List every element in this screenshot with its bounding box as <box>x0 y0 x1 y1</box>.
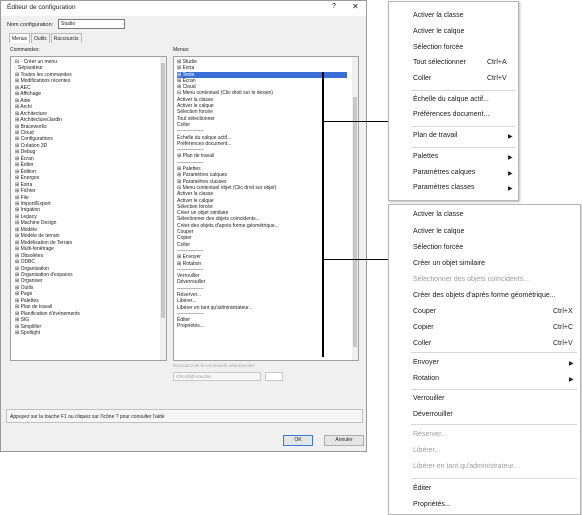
menus-scroll-thumb[interactable] <box>353 97 357 347</box>
popup2-item-creer-un-objet-similaire[interactable]: Créer un objet similaire <box>413 260 485 267</box>
callout-line-object-menu <box>322 259 388 260</box>
submenu-arrow-icon: ▶ <box>569 361 574 367</box>
menus-title: Menus: <box>173 47 190 53</box>
commands-scrollbar[interactable] <box>160 57 166 360</box>
submenu-arrow-icon: ▶ <box>569 377 574 383</box>
popup2-item-activer-la-classe[interactable]: Activer la classe <box>413 211 464 218</box>
menu-tree-item[interactable]: Propriétés... <box>177 323 358 329</box>
menu-separator <box>411 352 577 353</box>
drawing-context-menu: Activer la classe Activer le calque Sélect… <box>388 1 519 201</box>
window-title: Éditeur de configuration <box>7 4 76 11</box>
popup2-item-copier[interactable]: Copier <box>413 324 434 331</box>
menu-separator <box>411 90 515 91</box>
popup1-item-parametres-classes[interactable]: Paramètres classes <box>413 184 474 191</box>
popup2-item-couper[interactable]: Couper <box>413 308 436 315</box>
popup2-item-liberer-en-tant-qu-administrateur: Libérer en tant qu'administrateur... <box>413 463 520 470</box>
popup2-item-creer-des-objets-d-apres-forme-geometrique[interactable]: Créer des objets d'après forme géométriq… <box>413 292 556 299</box>
popup2-item-proprietes[interactable]: Propriétés... <box>413 501 451 508</box>
popup2-item-envoyer[interactable]: Envoyer <box>413 359 439 366</box>
config-name-label: Nom configuration: <box>7 22 54 28</box>
submenu-arrow-icon: ▶ <box>508 134 513 140</box>
popup2-item-reserver: Réserver... <box>413 431 447 438</box>
shortcut-label: Raccourci de la commande sélectionnée: <box>173 363 256 368</box>
menus-scrollbar[interactable] <box>352 57 358 360</box>
callout-vertical-line <box>322 72 324 357</box>
submenu-arrow-icon: ▶ <box>508 186 513 192</box>
popup2-item-selection-forcee[interactable]: Sélection forcée <box>413 244 463 251</box>
shortcut-text: Ctrl+V <box>553 340 573 347</box>
status-help-text: Appuyez sur la touche F1 ou cliquez sur … <box>6 409 363 423</box>
popup2-item-liberer: Libérer... <box>413 447 441 454</box>
shortcut-key-field[interactable] <box>265 372 283 381</box>
popup1-item-palettes[interactable]: Palettes <box>413 153 438 160</box>
menu-separator <box>411 147 515 148</box>
commands-scroll-thumb[interactable] <box>161 63 165 318</box>
popup1-item-plan-de-travail[interactable]: Plan de travail <box>413 132 457 139</box>
menu-separator <box>411 478 577 479</box>
tab-bar: Menus Outils Raccourcis <box>9 33 83 43</box>
help-icon[interactable]: ? <box>332 3 336 10</box>
popup1-item-tout-selectionner[interactable]: Tout sélectionner <box>413 59 466 66</box>
submenu-arrow-icon: ▶ <box>508 171 513 177</box>
menus-tree[interactable]: ⊞ Studio ⊞ Extra ⊞ Texte ⊞ Écran ⊞ Cloud ⊟ Me… <box>173 56 359 361</box>
cancel-button[interactable]: Annuler <box>324 435 364 446</box>
commands-tree[interactable]: ⊟ · Créer un menu · Séparateur ⊞ Toutes le… <box>10 56 167 361</box>
shortcut-text: Ctrl+V <box>487 75 507 82</box>
popup1-item-activer-le-calque[interactable]: Activer le calque <box>413 28 464 35</box>
popup1-item-echelle-du-calque-actif[interactable]: Échelle du calque actif... <box>413 96 489 103</box>
object-context-menu: Activer la classe Activer le calque Sélect… <box>388 204 581 515</box>
menu-separator <box>411 389 577 390</box>
config-name-input[interactable]: Studio <box>58 19 125 29</box>
popup1-item-parametres-calques[interactable]: Paramètres calques <box>413 169 475 176</box>
close-icon[interactable]: ✕ <box>352 2 359 11</box>
popup1-item-selection-forcee[interactable]: Sélection forcée <box>413 44 463 51</box>
popup2-item-coller[interactable]: Coller <box>413 340 431 347</box>
popup2-item-rotation[interactable]: Rotation <box>413 375 439 382</box>
menu-separator <box>411 424 577 425</box>
callout-line-drawing-menu <box>322 121 388 122</box>
popup2-item-editer[interactable]: Éditer <box>413 485 431 492</box>
commands-title: Commandes: <box>10 47 40 53</box>
shortcut-text: Ctrl+X <box>553 308 573 315</box>
ok-button[interactable]: OK <box>283 435 313 446</box>
submenu-arrow-icon: ▶ <box>508 155 513 161</box>
menu-separator <box>411 126 515 127</box>
title-bar: Éditeur de configuration ? ✕ <box>1 1 366 16</box>
shortcut-text: Ctrl+C <box>553 324 574 331</box>
configuration-editor-dialog: Éditeur de configuration ? ✕ Nom configu… <box>0 0 367 452</box>
shortcut-text: Ctrl+A <box>487 59 507 66</box>
tab-shortcuts[interactable]: Raccourcis <box>50 33 82 43</box>
popup2-item-deverrouiller[interactable]: Déverrouiller <box>413 411 453 418</box>
popup2-item-selectionner-des-objets-coincidents: Sélectionner des objets coïncidents... <box>413 276 529 283</box>
popup1-item-activer-la-classe[interactable]: Activer la classe <box>413 12 464 19</box>
popup2-item-activer-le-calque[interactable]: Activer le calque <box>413 228 464 235</box>
command-tree-item[interactable]: ⊞ Spotlight <box>15 330 166 336</box>
popup2-item-verrouiller[interactable]: Verrouiller <box>413 395 445 402</box>
popup1-item-coller[interactable]: Coller <box>413 75 431 82</box>
tab-tools[interactable]: Outils <box>31 33 50 43</box>
tab-menus[interactable]: Menus <box>9 33 31 43</box>
shortcut-modifier-select[interactable]: Ctrl+Shift+touche <box>173 372 261 381</box>
popup1-item-preferences-document[interactable]: Préférences document... <box>413 111 489 118</box>
